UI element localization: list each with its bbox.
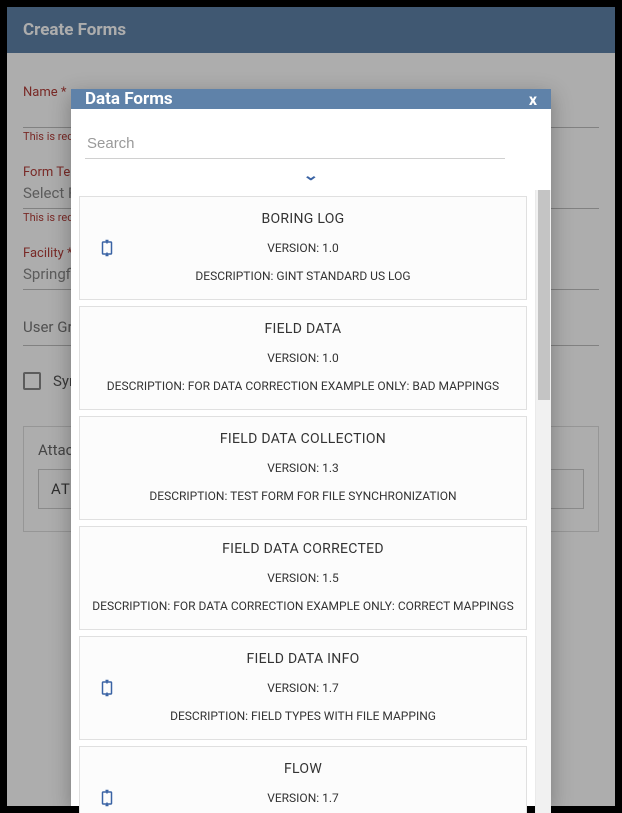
form-card[interactable]: FLOWVERSION: 1.7DESCRIPTION: FLOW [79, 746, 527, 813]
form-card-version: VERSION: 1.3 [88, 461, 518, 475]
form-card[interactable]: FIELD DATA COLLECTION VERSION: 1.3 DESCRIP… [79, 416, 527, 520]
form-card-description: DESCRIPTION: GINT STANDARD US LOG [88, 269, 518, 283]
scrollbar[interactable]: ▾ [535, 190, 551, 813]
modal-header: Data Forms x [71, 89, 551, 109]
form-icon [98, 789, 116, 807]
form-card[interactable]: FIELD DATA INFO VERSION: 1.7 DESCRIPTION: … [79, 636, 527, 740]
form-card-title: FIELD DATA INFO [88, 651, 518, 667]
form-card-version: VERSION: 1.7 [88, 791, 518, 805]
close-icon[interactable]: x [529, 90, 537, 109]
form-card[interactable]: FIELD DATA VERSION: 1.0 DESCRIPTION: FOR D… [79, 306, 527, 410]
form-icon-svg [98, 679, 116, 697]
form-card[interactable]: BORING LOG VERSION: 1.0 DESCRIPTION: GINT … [79, 196, 527, 300]
form-card-version: VERSION: 1.5 [88, 571, 518, 585]
form-card-version: VERSION: 1.0 [88, 351, 518, 365]
form-icon [98, 679, 116, 697]
scrollbar-thumb[interactable] [538, 190, 550, 400]
forms-list: BORING LOG VERSION: 1.0 DESCRIPTION: GINT … [71, 190, 535, 813]
form-icon-svg [98, 789, 116, 807]
search-input[interactable] [85, 131, 505, 159]
form-card-description: DESCRIPTION: FIELD TYPES WITH FILE MAPPI… [88, 709, 518, 723]
modal-title: Data Forms [85, 89, 173, 109]
data-forms-modal: Data Forms x ⌄ BORING LOG VERSION: 1.0 DES… [71, 89, 551, 806]
chevron-down-icon[interactable]: ⌄ [303, 168, 319, 184]
form-icon [98, 239, 116, 257]
form-card-title: FLOW [88, 761, 518, 777]
form-card-title: FIELD DATA [88, 321, 518, 337]
form-card-title: FIELD DATA COLLECTION [88, 431, 518, 447]
form-card-description: DESCRIPTION: TEST FORM FOR FILE SYNCHRON… [88, 489, 518, 503]
form-card-version: VERSION: 1.0 [88, 241, 518, 255]
form-card-description: DESCRIPTION: FOR DATA CORRECTION EXAMPLE… [88, 379, 518, 393]
form-icon-svg [98, 239, 116, 257]
form-card-version: VERSION: 1.7 [88, 681, 518, 695]
form-card-description: DESCRIPTION: FOR DATA CORRECTION EXAMPLE… [88, 599, 518, 613]
form-card[interactable]: FIELD DATA CORRECTED VERSION: 1.5 DESCRIPT… [79, 526, 527, 630]
form-card-title: BORING LOG [88, 211, 518, 227]
form-card-title: FIELD DATA CORRECTED [88, 541, 518, 557]
